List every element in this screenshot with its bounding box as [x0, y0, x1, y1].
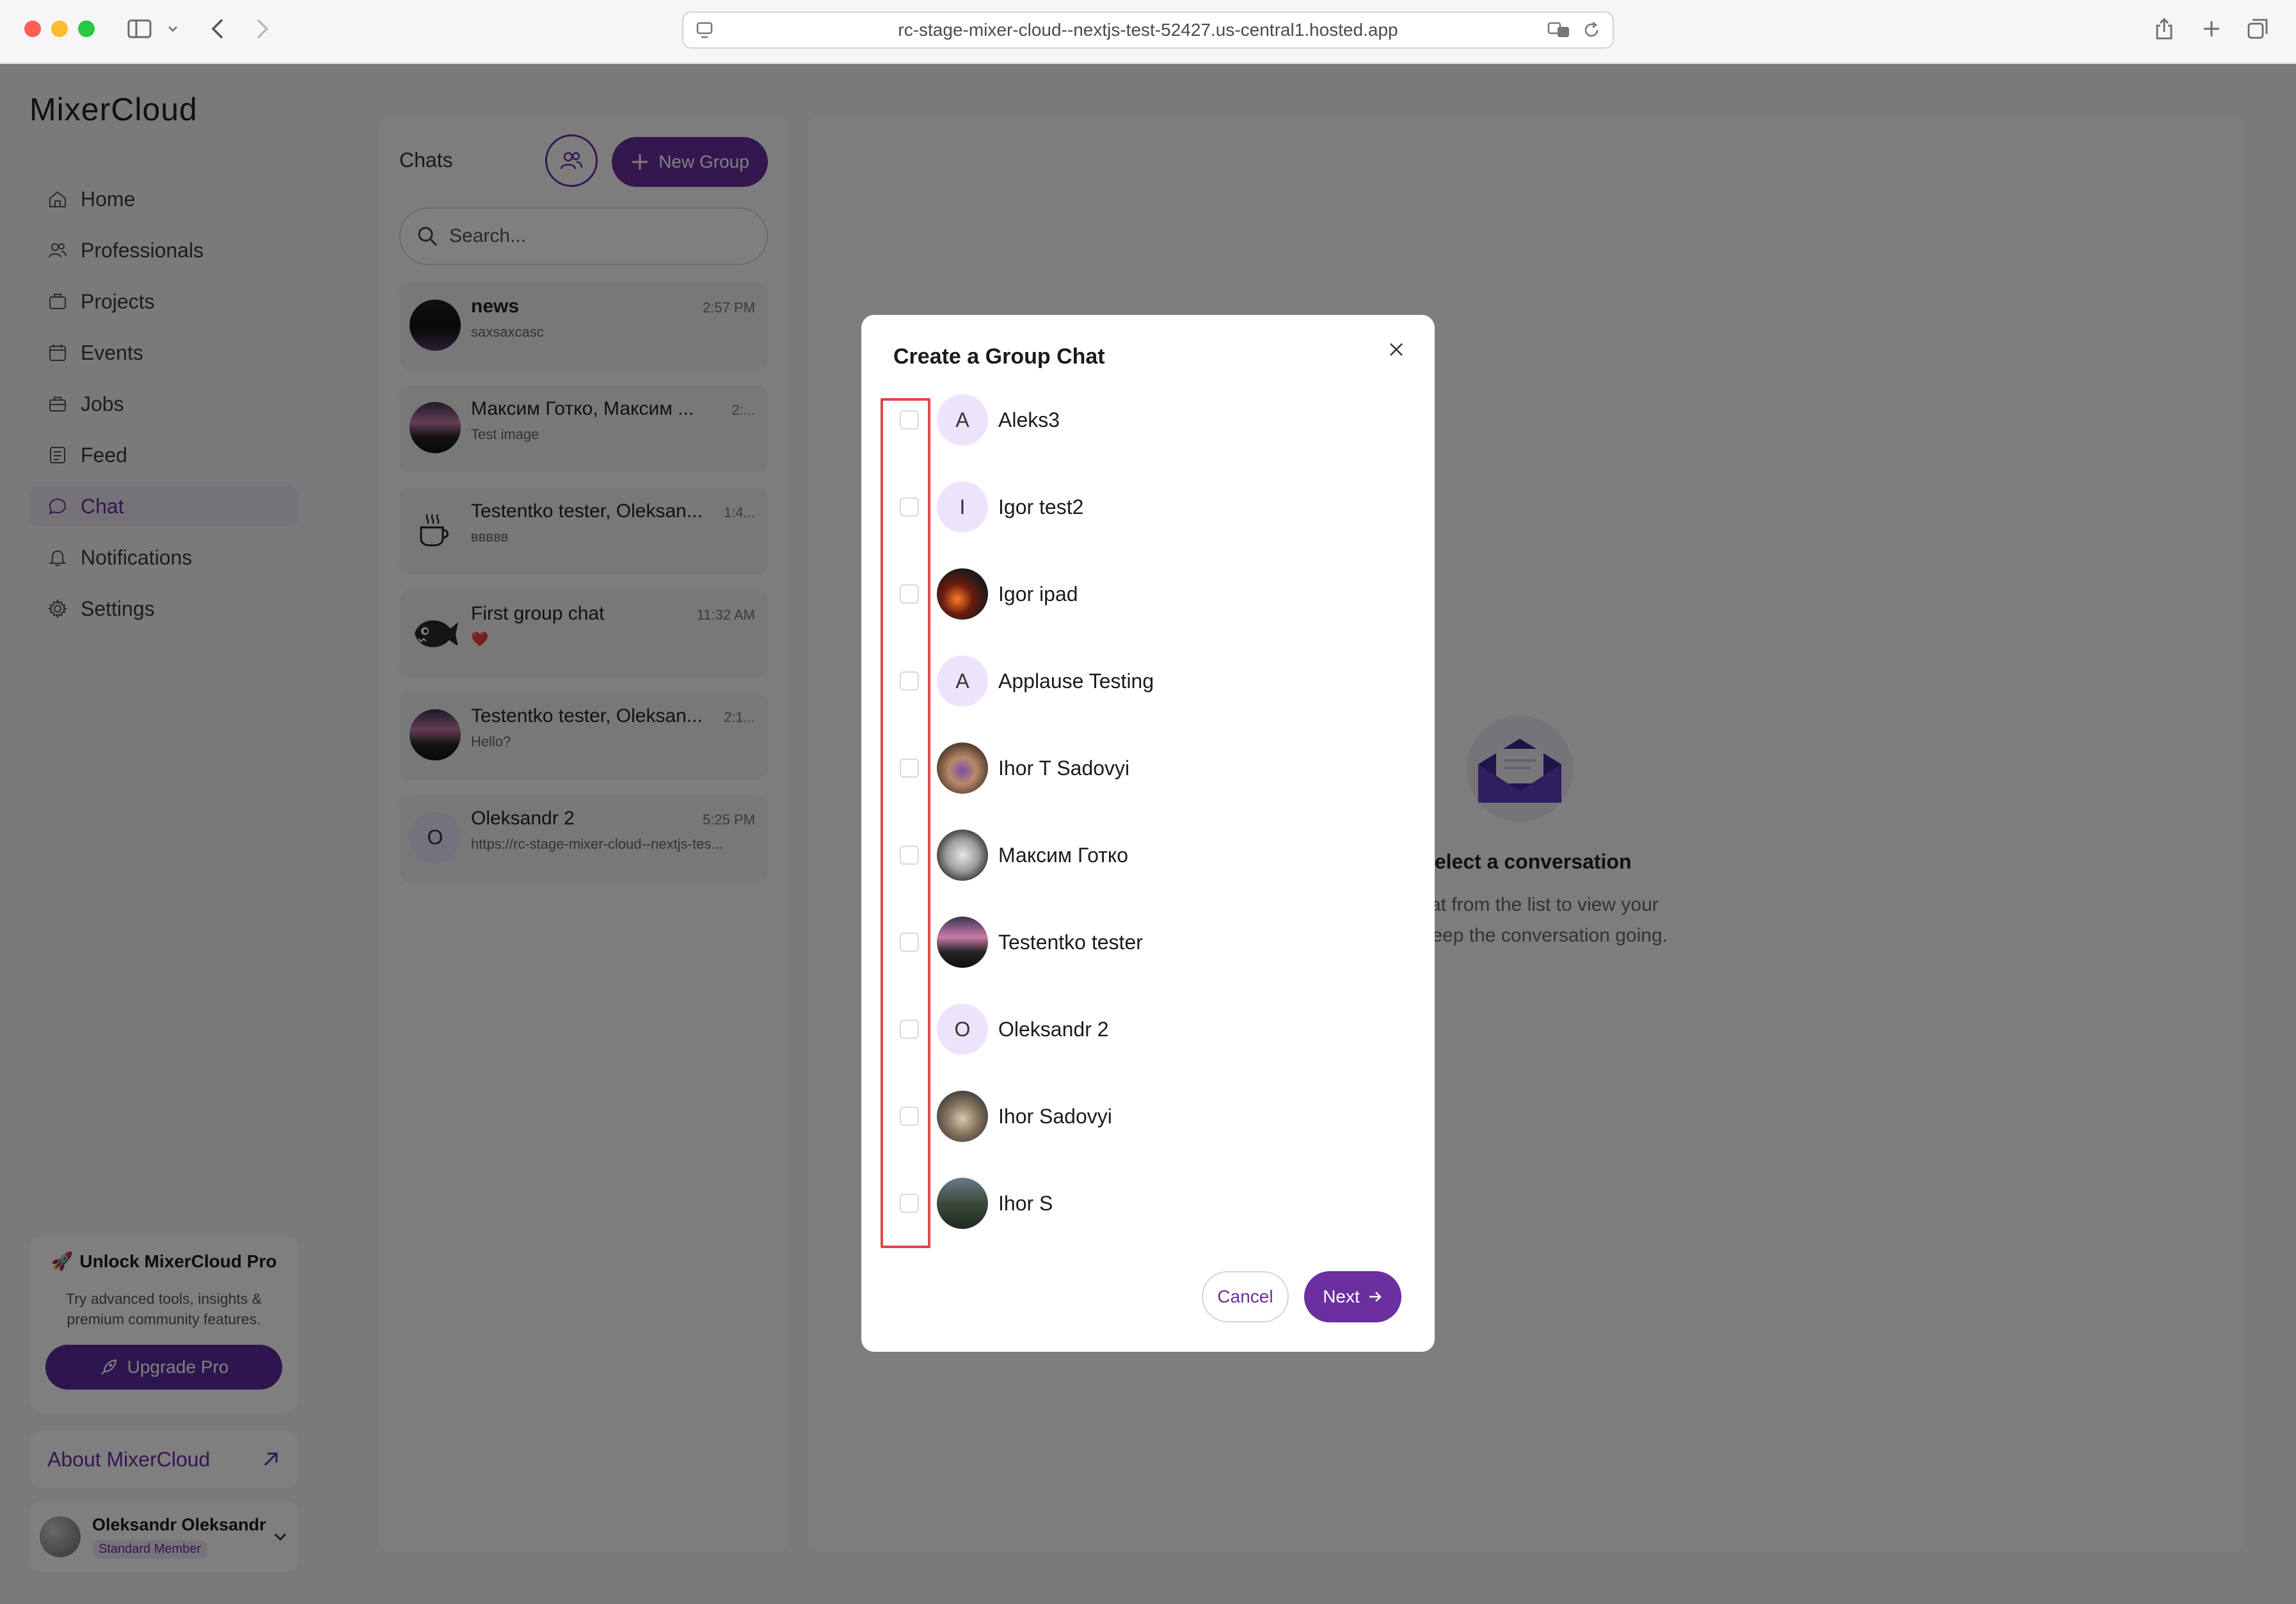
url-text[interactable]: rc-stage-mixer-cloud--nextjs-test-52427.… — [898, 20, 1398, 40]
member-name: Igor ipad — [998, 582, 1078, 606]
member-name: Applause Testing — [998, 669, 1154, 693]
member-name: Ihor Sadovyi — [998, 1104, 1112, 1128]
avatar — [937, 830, 988, 881]
browser-toolbar: rc-stage-mixer-cloud--nextjs-test-52427.… — [0, 0, 2296, 64]
maximize-window-button[interactable] — [78, 20, 95, 37]
member-row[interactable]: O Oleksandr 2 — [861, 986, 1435, 1073]
avatar — [937, 1091, 988, 1142]
sidebar-toggle-icon[interactable] — [124, 14, 155, 44]
reload-icon[interactable] — [1582, 20, 1601, 44]
next-label: Next — [1323, 1287, 1360, 1306]
member-name: Oleksandr 2 — [998, 1017, 1109, 1041]
member-row[interactable]: Ihor S — [861, 1160, 1435, 1247]
page-settings-icon[interactable] — [695, 20, 714, 44]
create-group-dialog: Create a Group Chat A Aleks3 I Igor test… — [861, 315, 1435, 1352]
member-name: Igor test2 — [998, 495, 1084, 518]
member-row[interactable]: Ihor Sadovyi — [861, 1073, 1435, 1160]
avatar: A — [937, 655, 988, 707]
member-row[interactable]: Ihor T Sadovyi — [861, 725, 1435, 812]
member-name: Testentko tester — [998, 930, 1143, 954]
avatar: I — [937, 481, 988, 533]
tab-overview-icon[interactable] — [2245, 14, 2270, 44]
member-row[interactable]: I Igor test2 — [861, 463, 1435, 550]
member-name: Ihor T Sadovyi — [998, 756, 1130, 780]
checkbox-column-highlight — [881, 398, 930, 1248]
translate-icon[interactable] — [1547, 20, 1570, 44]
close-window-button[interactable] — [24, 20, 41, 37]
back-icon[interactable] — [205, 14, 230, 44]
avatar: A — [937, 394, 988, 445]
avatar — [937, 568, 988, 620]
close-icon[interactable] — [1381, 334, 1412, 365]
minimize-window-button[interactable] — [51, 20, 68, 37]
cancel-button[interactable]: Cancel — [1202, 1271, 1289, 1322]
member-row[interactable]: A Applause Testing — [861, 638, 1435, 725]
member-row[interactable]: Максим Готко — [861, 812, 1435, 899]
new-tab-icon[interactable] — [2199, 14, 2224, 44]
avatar: O — [937, 1004, 988, 1055]
member-name: Ihor S — [998, 1191, 1053, 1215]
avatar — [937, 742, 988, 794]
arrow-right-icon — [1369, 1292, 1382, 1302]
chevron-down-icon[interactable] — [165, 14, 180, 44]
member-row[interactable]: Testentko tester — [861, 899, 1435, 986]
address-bar[interactable]: rc-stage-mixer-cloud--nextjs-test-52427.… — [682, 12, 1614, 49]
forward-icon[interactable] — [250, 14, 275, 44]
member-name: Максим Готко — [998, 843, 1129, 867]
member-row[interactable]: Igor ipad — [861, 550, 1435, 638]
avatar — [937, 917, 988, 968]
member-row[interactable]: A Aleks3 — [861, 376, 1435, 463]
share-icon[interactable] — [2151, 14, 2177, 44]
avatar — [937, 1178, 988, 1229]
member-list: A Aleks3 I Igor test2 Igor ipad A Applau… — [861, 376, 1435, 1247]
next-button[interactable]: Next — [1304, 1271, 1401, 1322]
dialog-title: Create a Group Chat — [893, 344, 1105, 369]
member-name: Aleks3 — [998, 408, 1060, 431]
